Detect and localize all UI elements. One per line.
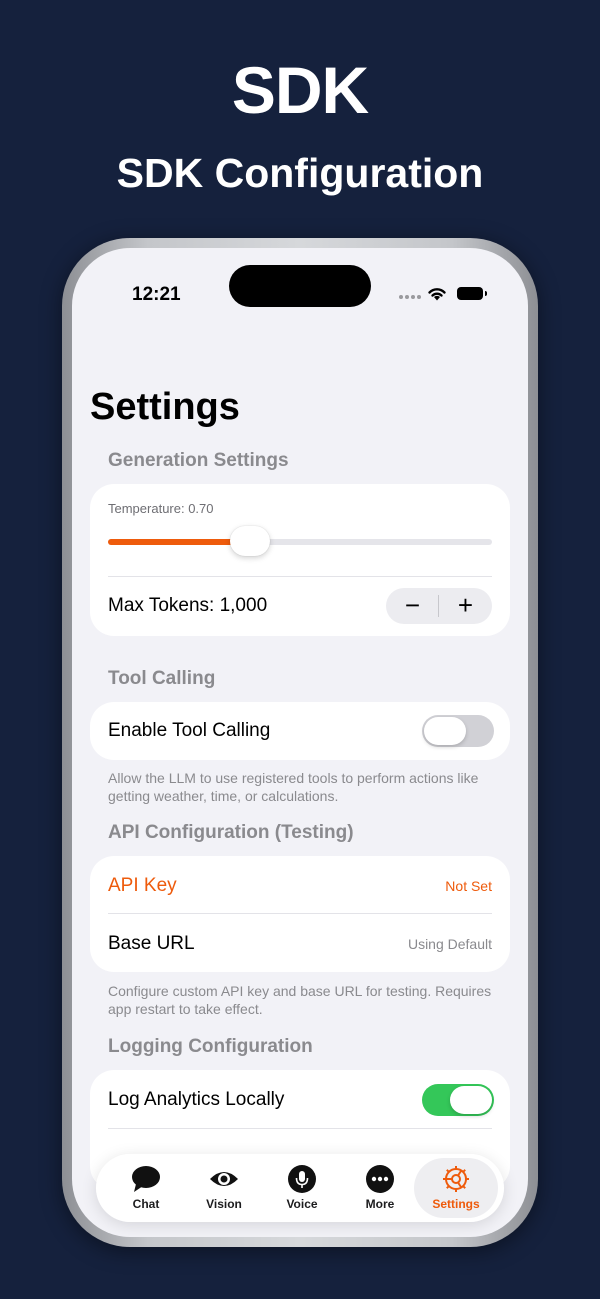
tab-vision[interactable]: Vision	[182, 1158, 266, 1218]
tab-label: More	[365, 1197, 395, 1211]
tab-settings[interactable]: Settings	[414, 1158, 498, 1218]
tab-label: Chat	[132, 1197, 160, 1211]
tool-calling-card: Enable Tool Calling	[90, 702, 510, 760]
max-tokens-stepper[interactable]: − +	[386, 588, 492, 624]
log-analytics-toggle[interactable]	[422, 1084, 494, 1116]
decrement-button[interactable]: −	[386, 588, 439, 624]
tool-calling-footnote: Allow the LLM to use registered tools to…	[108, 770, 479, 804]
increment-button[interactable]: +	[439, 588, 492, 624]
wifi-icon	[428, 288, 446, 301]
enable-tool-calling-toggle[interactable]	[422, 715, 494, 747]
microphone-icon	[288, 1165, 316, 1193]
base-url-row[interactable]: Base URL Using Default	[90, 914, 510, 972]
tab-chat[interactable]: Chat	[104, 1158, 188, 1218]
tab-label: Voice	[286, 1197, 318, 1211]
temperature-slider-thumb[interactable]	[230, 526, 271, 556]
tab-bar: Chat Vision Voice More Settings	[96, 1154, 504, 1222]
toggle-knob	[450, 1086, 492, 1114]
more-icon	[366, 1165, 394, 1193]
gear-icon	[443, 1166, 469, 1192]
enable-tool-calling-label: Enable Tool Calling	[108, 720, 271, 741]
battery-icon	[457, 287, 487, 300]
page-title: Settings	[90, 386, 240, 428]
temperature-slider[interactable]	[108, 526, 492, 556]
temperature-slider-fill	[108, 539, 243, 545]
status-time: 12:21	[132, 284, 181, 305]
divider	[108, 1128, 492, 1129]
cellular-dots-icon	[399, 295, 423, 299]
tab-label: Settings	[432, 1197, 480, 1211]
tab-more[interactable]: More	[338, 1158, 422, 1218]
api-configuration-footnote: Configure custom API key and base URL fo…	[108, 983, 492, 1017]
toggle-knob	[424, 717, 466, 745]
log-analytics-label: Log Analytics Locally	[108, 1089, 285, 1110]
tab-label: Vision	[206, 1197, 242, 1211]
tool-calling-header: Tool Calling	[108, 668, 216, 689]
api-configuration-card: API Key Not Set Base URL Using Default	[90, 856, 510, 972]
hero-title: SDK	[231, 53, 369, 127]
status-icons	[399, 284, 499, 304]
tab-voice[interactable]: Voice	[260, 1158, 344, 1218]
eye-icon	[210, 1172, 238, 1186]
base-url-value: Using Default	[407, 936, 492, 952]
phone-frame: 12:21 Settings Generation Settings Tempe…	[62, 238, 538, 1247]
hero-subtitle: SDK Configuration	[116, 150, 484, 196]
generation-settings-header: Generation Settings	[108, 450, 289, 471]
api-configuration-header: API Configuration (Testing)	[108, 822, 354, 843]
chat-bubble-icon	[132, 1166, 160, 1192]
max-tokens-label: Max Tokens: 1,000	[108, 595, 268, 616]
divider	[108, 576, 492, 577]
logging-configuration-header: Logging Configuration	[108, 1036, 313, 1057]
generation-settings-card: Temperature: 0.70 Max Tokens: 1,000 − +	[90, 484, 510, 636]
api-key-value: Not Set	[445, 878, 492, 894]
temperature-label: Temperature: 0.70	[108, 501, 214, 516]
api-key-row[interactable]: API Key Not Set	[90, 856, 510, 914]
dynamic-island	[229, 265, 371, 307]
base-url-label: Base URL	[108, 933, 195, 954]
api-key-label: API Key	[108, 875, 177, 896]
phone-screen: 12:21 Settings Generation Settings Tempe…	[72, 248, 528, 1237]
